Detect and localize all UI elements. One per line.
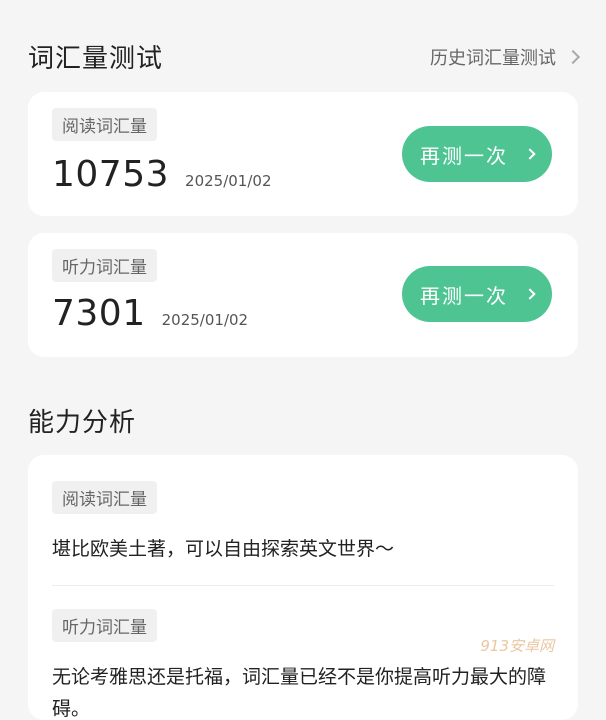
reading-score: 10753	[52, 154, 170, 195]
analysis-divider	[52, 585, 554, 586]
listening-vocab-tag: 听力词汇量	[52, 249, 157, 282]
vocab-test-header: 词汇量测试 历史词汇量测试	[28, 38, 581, 75]
reading-retest-button[interactable]: 再测一次	[402, 126, 552, 182]
history-test-link[interactable]: 历史词汇量测试	[430, 44, 581, 70]
listening-date: 2025/01/02	[161, 311, 249, 329]
listening-retest-label: 再测一次	[420, 283, 508, 308]
vocab-test-title: 词汇量测试	[28, 44, 164, 74]
listening-score-row: 7301 2025/01/02	[52, 293, 248, 334]
reading-vocab-tag: 阅读词汇量	[52, 108, 157, 141]
vocab-page: 词汇量测试 历史词汇量测试 阅读词汇量 10753 2025/01/02 再测一…	[0, 0, 606, 720]
analysis-title: 能力分析	[28, 408, 137, 438]
reading-vocab-card: 阅读词汇量 10753 2025/01/02 再测一次	[28, 92, 578, 216]
reading-date: 2025/01/02	[185, 172, 272, 190]
chevron-right-icon	[524, 288, 536, 300]
analysis-card: 阅读词汇量 堪比欧美土著，可以自由探索英文世界～ 听力词汇量 无论考雅思还是托福…	[28, 455, 578, 720]
chevron-right-icon	[565, 49, 581, 64]
watermark-logo: 913安卓网	[480, 637, 554, 655]
reading-score-row: 10753 2025/01/02	[52, 154, 272, 195]
analysis-listening-text: 无论考雅思还是托福，词汇量已经不是你提高听力最大的障碍。	[52, 666, 547, 720]
listening-retest-button[interactable]: 再测一次	[402, 266, 552, 322]
listening-vocab-card: 听力词汇量 7301 2025/01/02 再测一次	[28, 233, 578, 357]
analysis-header: 能力分析	[28, 402, 578, 439]
analysis-reading-text: 堪比欧美土著，可以自由探索英文世界～	[52, 538, 395, 560]
reading-retest-label: 再测一次	[420, 143, 508, 168]
analysis-listening-tag: 听力词汇量	[52, 609, 157, 642]
analysis-reading-tag: 阅读词汇量	[52, 481, 157, 514]
history-test-label: 历史词汇量测试	[430, 47, 556, 69]
listening-score: 7301	[52, 293, 146, 334]
chevron-right-icon	[524, 148, 536, 160]
